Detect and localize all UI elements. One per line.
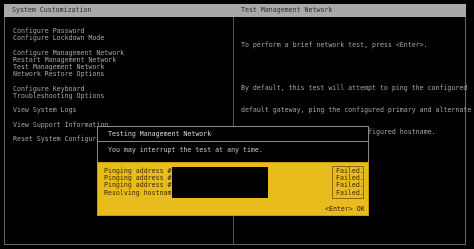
dialog-body: Pinging address #1 Pinging address #2 Pi… xyxy=(97,162,369,216)
testing-network-dialog: Testing Management Network You may inter… xyxy=(97,126,369,216)
menu-item-configure-lockdown-mode[interactable]: Configure Lockdown Mode xyxy=(13,34,124,42)
dialog-title-bar: Testing Management Network xyxy=(97,126,369,142)
dialog-subtitle: You may interrupt the test at any time. xyxy=(108,146,263,154)
description-line-2: By default, this test will attempt to pi… xyxy=(241,84,468,93)
enter-ok-button[interactable]: <Enter> OK xyxy=(325,205,365,213)
left-pane-title: System Customization xyxy=(12,6,92,14)
right-pane-title: Test Management Network xyxy=(241,6,333,14)
redacted-address-block xyxy=(172,167,268,198)
top-header-bar: System Customization Test Management Net… xyxy=(4,4,466,17)
dialog-subtitle-bar: You may interrupt the test at any time. xyxy=(97,142,369,162)
dialog-title: Testing Management Network xyxy=(108,130,212,138)
menu-item-network-restore-options[interactable]: Network Restore Options xyxy=(13,71,124,79)
test-step-label: Resolving hostname xyxy=(104,188,176,197)
description-line-1: To perform a brief network test, press <… xyxy=(241,40,428,49)
test-results-box: Failed. Failed. Failed. Failed. xyxy=(332,166,364,199)
test-result-status: Failed. xyxy=(336,188,364,197)
menu-item-troubleshooting-options[interactable]: Troubleshooting Options xyxy=(13,92,124,100)
test-result-list: Failed. Failed. Failed. Failed. xyxy=(336,167,364,197)
test-step-list: Pinging address #1 Pinging address #2 Pi… xyxy=(104,167,176,197)
menu-item-view-system-logs[interactable]: View System Logs xyxy=(13,107,124,115)
description-line-3: default gateway, ping the configured pri… xyxy=(241,105,472,114)
